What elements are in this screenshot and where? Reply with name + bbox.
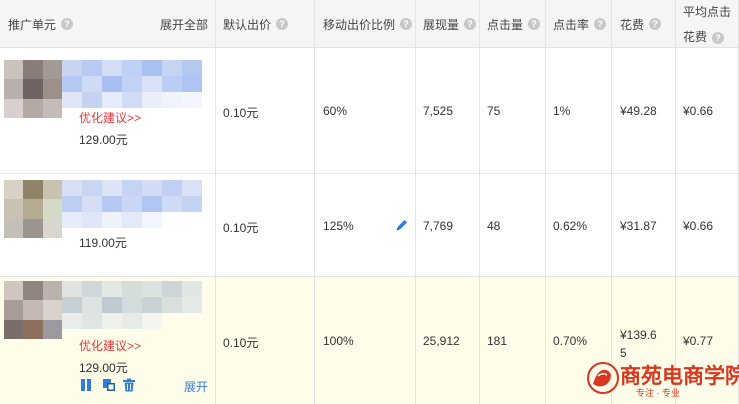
avg-cpc-value: ¥0.66 [683,104,714,118]
expand-button[interactable]: 展开 [184,378,208,395]
default-bid-value: 0.10元 [223,106,259,120]
product-thumbnail[interactable] [4,281,62,339]
col-impressions-label: 展现量 [423,17,460,32]
column-divider [479,0,480,404]
expand-all-label: 展开全部 [160,17,209,32]
clicks-value: 48 [487,219,501,233]
col-avg-cpc-label: 平均点击 [683,5,732,19]
default-bid-value: 0.10元 [223,221,259,235]
table-header: 推广单元 ? 展开全部 默认出价 ? 移动出价比例 ? 展现量 ? 点击量 ? … [0,0,739,48]
brand-watermark: 商苑电商学院 专注 · 专业 [584,356,739,402]
mobile-ratio-value: 125% [323,219,354,233]
unit-price: 129.00元 [79,133,128,147]
impressions-value: 7,769 [423,219,454,233]
trash-icon[interactable] [122,378,136,392]
copy-icon[interactable] [102,378,116,392]
help-icon[interactable]: ? [464,18,477,30]
product-title-blurred[interactable] [62,60,202,108]
clicks-value: 181 [487,334,508,348]
col-default-bid-header: 默认出价 ? [223,0,289,48]
cost-value: ¥49.28 [620,104,657,118]
col-mobile-ratio-header: 移动出价比例 ? [323,0,413,48]
col-avg-cpc-header: 平均点击 花费? [683,0,731,48]
impressions-value: 25,912 [423,334,460,348]
help-icon[interactable]: ? [61,18,74,30]
avg-cpc-value: ¥0.77 [683,334,714,348]
col-default-bid-label: 默认出价 [223,17,272,32]
pause-icon[interactable] [79,378,93,392]
product-title-blurred[interactable] [62,180,202,228]
help-icon[interactable]: ? [400,18,413,30]
cost-value: ¥31.87 [620,219,657,233]
brand-subtitle: 专注 · 专业 [636,388,680,398]
optimize-suggestion-link[interactable]: 优化建议>> [79,109,141,126]
col-mobile-ratio-label: 移动出价比例 [323,17,396,32]
clicks-value: 75 [487,104,501,118]
col-avg-cpc-label-line2: 花费? [683,28,725,45]
col-impressions-header: 展现量 ? [423,0,477,48]
report-table: 推广单元 ? 展开全部 默认出价 ? 移动出价比例 ? 展现量 ? 点击量 ? … [0,0,739,404]
col-clicks-label: 点击量 [487,17,524,32]
ctr-value: 1% [553,104,571,118]
mobile-ratio-value: 60% [323,104,348,118]
cost-value-line1: ¥139.6 [620,328,657,342]
col-clicks-header: 点击量 ? [487,0,541,48]
impressions-value: 7,525 [423,104,454,118]
mobile-ratio-value: 100% [323,334,354,348]
column-divider [215,0,216,404]
help-icon[interactable]: ? [712,32,725,44]
help-icon[interactable]: ? [528,18,541,30]
column-divider [545,0,546,404]
default-bid-value: 0.10元 [223,336,259,350]
column-divider [675,0,676,404]
unit-price: 119.00元 [79,236,127,250]
help-icon[interactable]: ? [594,18,607,30]
table-row: 优化建议>> 129.00元 0.10元 60% 7,525 75 1% ¥49… [0,48,739,174]
unit-price: 129.00元 [79,361,128,375]
product-title-blurred[interactable] [62,281,202,329]
column-divider [611,0,612,404]
col-cost-label: 花费 [620,17,645,32]
table-row: 119.00元 0.10元 125% 7,769 48 0.62% ¥31.87… [0,174,739,277]
col-ctr-label: 点击率 [553,17,590,32]
expand-all-button[interactable]: 展开全部 [160,0,208,48]
ctr-value: 0.70% [553,334,588,348]
help-icon[interactable]: ? [276,18,289,30]
ctr-value: 0.62% [553,219,588,233]
col-cost-header: 花费 ? [620,0,662,48]
product-thumbnail[interactable] [4,180,62,238]
help-icon[interactable]: ? [649,18,662,30]
optimize-suggestion-link[interactable]: 优化建议>> [79,337,141,354]
col-unit-header: 推广单元 ? [8,0,74,48]
product-thumbnail[interactable] [4,60,62,118]
pencil-icon[interactable] [395,218,409,232]
column-divider [314,0,315,404]
col-unit-label: 推广单元 [8,17,57,32]
column-divider [415,0,416,404]
col-ctr-header: 点击率 ? [553,0,607,48]
avg-cpc-value: ¥0.66 [683,219,714,233]
brand-logo-icon [587,362,619,394]
